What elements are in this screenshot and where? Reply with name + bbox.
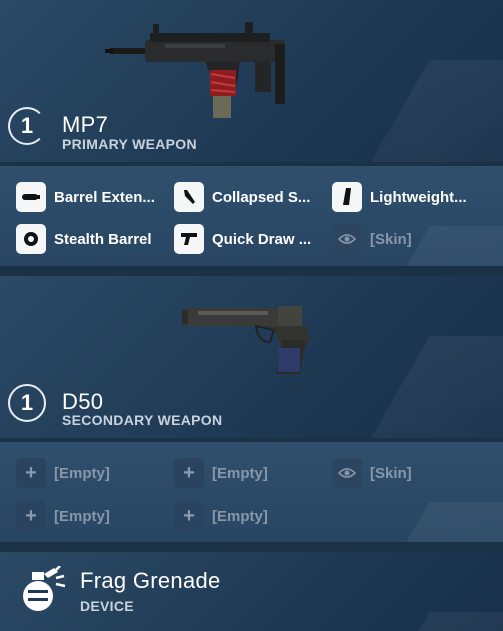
lightweight-mag-icon (332, 182, 362, 212)
primary-attachments-panel: Barrel Exten... Collapsed S... Lightweig… (0, 166, 503, 266)
device-name: Frag Grenade (80, 568, 221, 593)
secondary-weapon-panel[interactable]: 1 D50 SECONDARY WEAPON (0, 276, 503, 438)
collapsed-stock-icon (174, 182, 204, 212)
attachment-label: [Empty] (212, 464, 268, 482)
attachment-label: Stealth Barrel (54, 230, 152, 248)
attachment-slot-empty-2[interactable]: + [Empty] (174, 458, 268, 488)
attachment-slot-stealth-barrel[interactable]: Stealth Barrel (16, 224, 152, 254)
attachment-label: [Skin] (370, 464, 412, 482)
attachment-slot-empty-1[interactable]: + [Empty] (16, 458, 110, 488)
primary-slot-number: 1 (8, 107, 46, 145)
attachment-label: [Empty] (54, 507, 110, 525)
plus-icon: + (174, 458, 204, 488)
device-type: DEVICE (80, 598, 134, 614)
eye-icon (332, 224, 362, 254)
quick-draw-grip-icon (174, 224, 204, 254)
frag-grenade-icon (23, 566, 66, 611)
device-panel[interactable]: Frag Grenade DEVICE (0, 552, 503, 631)
eye-icon (332, 458, 362, 488)
attachment-label: [Empty] (212, 507, 268, 525)
d50-weapon-image (182, 306, 310, 374)
attachment-label: Barrel Exten... (54, 188, 155, 206)
attachment-slot-skin[interactable]: [Skin] (332, 224, 412, 254)
attachment-label: [Skin] (370, 230, 412, 248)
attachment-label: Lightweight... (370, 188, 467, 206)
attachment-label: Quick Draw ... (212, 230, 312, 248)
attachment-slot-empty-4[interactable]: + [Empty] (174, 501, 268, 531)
attachment-label: Collapsed S... (212, 188, 311, 206)
attachment-slot-quick-draw[interactable]: Quick Draw ... (174, 224, 311, 254)
attachment-slot-collapsed-stock[interactable]: Collapsed S... (174, 182, 310, 212)
attachment-label: [Empty] (54, 464, 110, 482)
barrel-extender-icon (16, 182, 46, 212)
attachment-slot-skin[interactable]: [Skin] (332, 458, 412, 488)
plus-icon: + (16, 458, 46, 488)
mp7-weapon-image (105, 22, 285, 118)
primary-weapon-name: MP7 (62, 112, 109, 137)
secondary-weapon-type: SECONDARY WEAPON (62, 412, 223, 428)
plus-icon: + (16, 501, 46, 531)
secondary-slot-number: 1 (8, 384, 46, 422)
attachment-slot-empty-3[interactable]: + [Empty] (16, 501, 110, 531)
secondary-attachments-panel: + [Empty] + [Empty] [Skin] + [Empty] + [… (0, 442, 503, 542)
plus-icon: + (174, 501, 204, 531)
attachment-slot-barrel-extender[interactable]: Barrel Exten... (16, 182, 155, 212)
stealth-barrel-icon (16, 224, 46, 254)
primary-weapon-panel[interactable]: 1 MP7 PRIMARY WEAPON (0, 0, 503, 162)
attachment-slot-lightweight-mag[interactable]: Lightweight... (332, 182, 467, 212)
primary-weapon-type: PRIMARY WEAPON (62, 136, 197, 152)
